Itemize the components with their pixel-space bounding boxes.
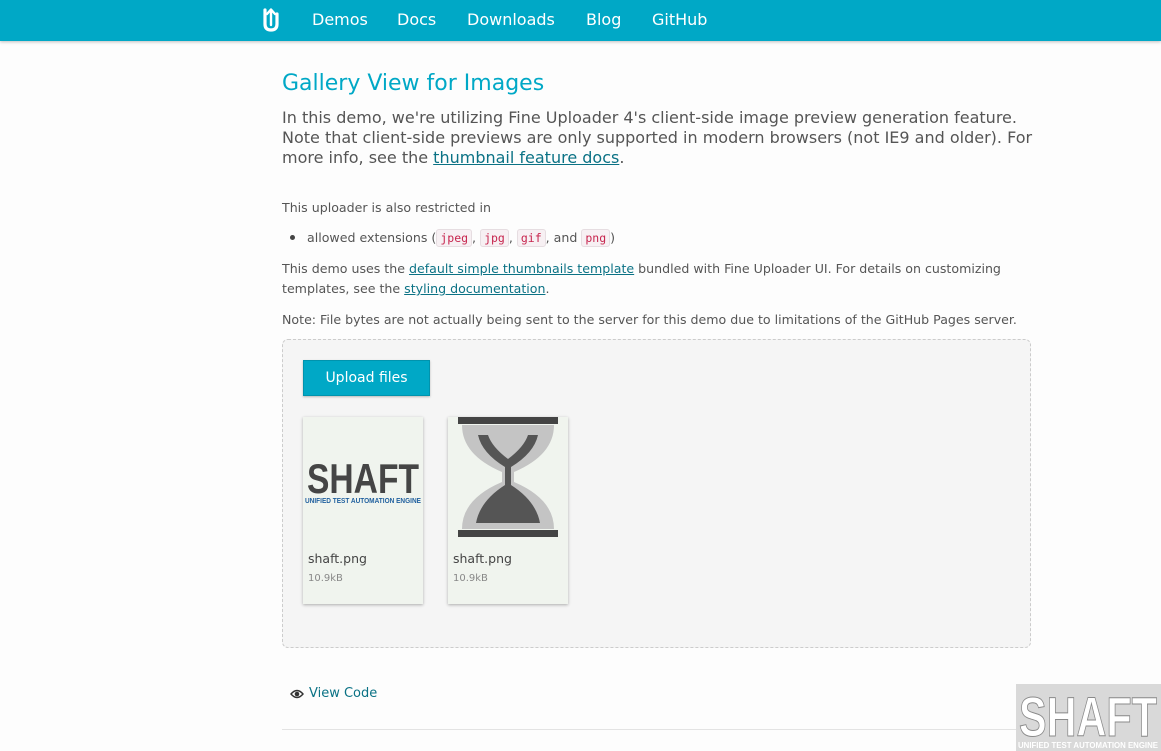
shaft-logo-word: SHAFT [307,455,419,502]
file-card: SHAFT UNIFIED TEST AUTOMATION ENGINE sha… [303,417,423,604]
file-name: shaft.png [308,551,367,566]
restriction-list: allowed extensions (jpeg, jpg, gif, and … [282,228,615,248]
lead-paragraph: In this demo, we're utilizing Fine Uploa… [282,108,1042,168]
template-link[interactable]: default simple thumbnails template [409,261,634,276]
view-code-label: View Code [309,686,378,701]
note-text: Note: File bytes are not actually being … [282,312,1017,327]
allowed-extensions-item: allowed extensions (jpeg, jpg, gif, and … [282,228,615,248]
nav-link-demos[interactable]: Demos [312,10,368,30]
file-card: shaft.png 10.9kB [448,417,568,604]
hourglass-icon [458,417,558,537]
view-code-link[interactable]: View Code [290,686,377,701]
ext-prefix: allowed extensions ( [307,230,437,245]
template-text-1: This demo uses the [282,261,409,276]
watermark-word: SHAFT [1019,685,1157,748]
uploader-drop-zone[interactable]: Upload files SHAFT UNIFIED TEST AUTOMATI… [282,339,1031,648]
lead-end: . [619,148,625,167]
nav-link-github[interactable]: GitHub [652,10,707,30]
top-navbar: Demos Docs Downloads Blog GitHub [0,0,1161,41]
eye-icon [290,689,304,699]
shaft-logo-tagline: UNIFIED TEST AUTOMATION ENGINE [305,498,421,505]
file-size: 10.9kB [453,573,488,584]
styling-docs-link[interactable]: styling documentation [404,281,545,296]
extension-code: jpg [480,229,509,247]
extension-code: jpeg [436,229,473,247]
fine-uploader-logo-icon[interactable] [262,8,279,32]
file-name: shaft.png [453,551,512,566]
file-size: 10.9kB [308,573,343,584]
ext-suffix: ) [610,230,616,245]
restriction-text: This uploader is also restricted in [282,200,492,215]
nav-link-docs[interactable]: Docs [397,10,436,30]
shaft-watermark-logo: SHAFT UNIFIED TEST AUTOMATION ENGINE [1016,684,1161,751]
page-title: Gallery View for Images [282,71,545,96]
thumbnail-docs-link[interactable]: thumbnail feature docs [433,148,619,167]
lead-text: In this demo, we're utilizing Fine Uploa… [282,108,1033,167]
template-text-3: . [545,281,550,296]
watermark-tagline: UNIFIED TEST AUTOMATION ENGINE [1018,741,1159,750]
upload-files-button[interactable]: Upload files [303,360,430,396]
extension-code: gif [516,229,546,247]
extension-code: png [581,229,611,247]
nav-link-downloads[interactable]: Downloads [467,10,555,30]
divider [282,729,1042,730]
shaft-logo-thumbnail: SHAFT UNIFIED TEST AUTOMATION ENGINE [305,455,421,505]
template-paragraph: This demo uses the default simple thumbn… [282,259,1042,299]
ext-separator: , [508,230,517,245]
ext-separator: , [472,230,481,245]
nav-link-blog[interactable]: Blog [586,10,621,30]
ext-and: , and [545,230,582,245]
